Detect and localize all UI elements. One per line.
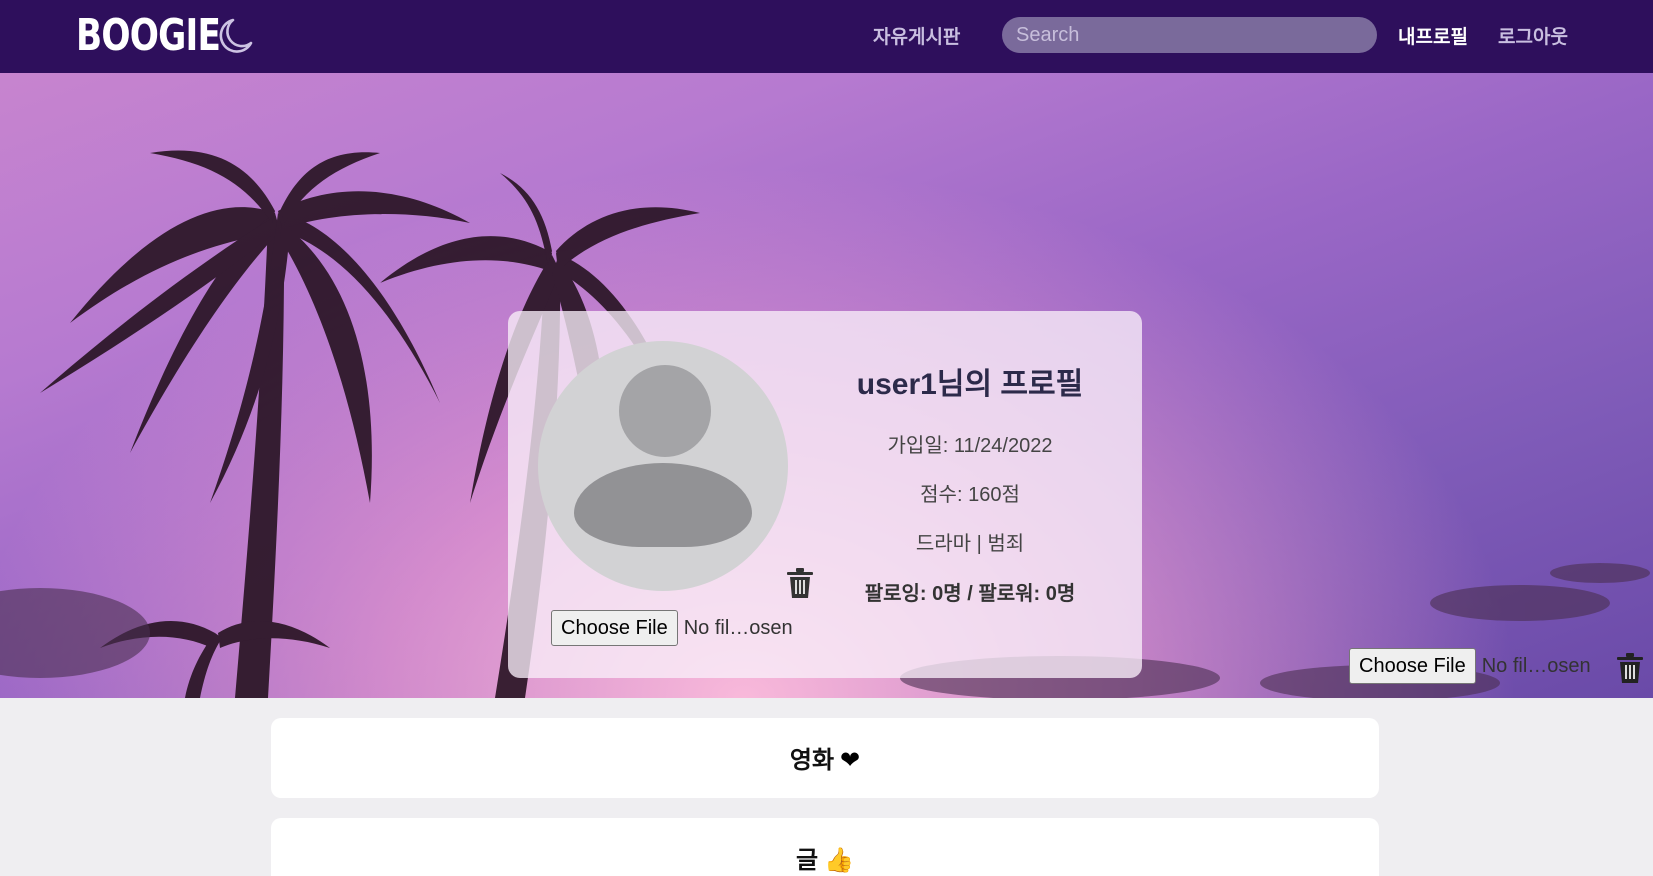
banner-file-input[interactable]: Choose File No fil…osen: [1349, 648, 1591, 684]
avatar: [538, 341, 788, 591]
follow-counts[interactable]: 팔로잉: 0명 / 팔로워: 0명: [830, 577, 1110, 606]
nav-free-board-link[interactable]: 자유게시판: [873, 22, 960, 49]
nav-my-profile-link[interactable]: 내프로필: [1398, 22, 1468, 49]
thumbs-up-icon: 👍: [824, 847, 854, 874]
profile-title: user1님의 프로필: [856, 368, 1084, 401]
score: 점수: 160점: [920, 484, 1020, 506]
avatar-body: [574, 463, 752, 547]
banner-file-name: No fil…osen: [1481, 654, 1591, 677]
site-logo[interactable]: BOOGIE: [76, 10, 221, 62]
heart-icon: ❤: [840, 747, 861, 774]
avatar-file-name: No fil…osen: [683, 616, 793, 639]
posts-section-title: 글: [796, 847, 819, 874]
moon-icon[interactable]: [216, 16, 256, 56]
delete-banner-trash-icon[interactable]: [1617, 653, 1643, 683]
movies-section-title: 영화: [789, 747, 835, 774]
navbar: BOOGIE 자유게시판 내프로필 로그아웃: [0, 0, 1653, 73]
nav-logout-link[interactable]: 로그아웃: [1498, 22, 1568, 49]
delete-avatar-trash-icon[interactable]: [787, 568, 813, 598]
avatar-file-input[interactable]: Choose File No fil…osen: [551, 610, 793, 646]
banner-choose-file-button[interactable]: Choose File: [1349, 648, 1476, 684]
posts-section[interactable]: 글 👍: [271, 818, 1379, 876]
movies-section[interactable]: 영화 ❤: [271, 718, 1379, 798]
search-input[interactable]: [1002, 17, 1377, 53]
favorite-genres: 드라마 | 범죄: [915, 533, 1025, 555]
avatar-head: [619, 365, 711, 457]
join-date: 가입일: 11/24/2022: [887, 435, 1053, 457]
avatar-choose-file-button[interactable]: Choose File: [551, 610, 678, 646]
profile-card: Choose File No fil…osen user1님의 프로필 가입일:…: [508, 311, 1142, 678]
